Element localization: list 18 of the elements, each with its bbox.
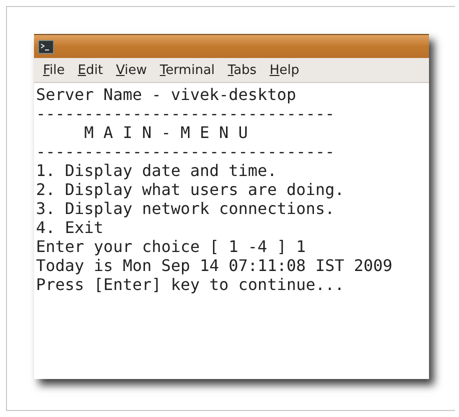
menu-item[interactable]: Edit — [78, 62, 103, 78]
terminal-line: M A I N - M E N U — [83, 123, 248, 142]
terminal-line: 3. Display network connections. — [36, 199, 335, 218]
terminal-line: ------------------------------- — [36, 142, 335, 161]
menu-item[interactable]: File — [43, 62, 65, 78]
terminal-icon — [38, 40, 54, 54]
menu-item[interactable]: Terminal — [160, 62, 215, 78]
menu-item[interactable]: View — [116, 62, 147, 78]
terminal-line: 2. Display what users are doing. — [36, 180, 344, 199]
menu-item[interactable]: Help — [270, 62, 300, 78]
terminal-line: ------------------------------- — [36, 104, 335, 123]
terminal-line: Server Name - vivek-desktop — [36, 85, 296, 104]
terminal-line: Enter your choice [ 1 -4 ] 1 — [36, 237, 306, 256]
terminal-line: 1. Display date and time. — [36, 161, 277, 180]
terminal-line: 4. Exit — [36, 218, 104, 237]
menu-item[interactable]: Tabs — [228, 62, 257, 78]
terminal-line: Press [Enter] key to continue... — [36, 275, 344, 294]
terminal-line: Today is Mon Sep 14 07:11:08 IST 2009 — [36, 256, 392, 275]
